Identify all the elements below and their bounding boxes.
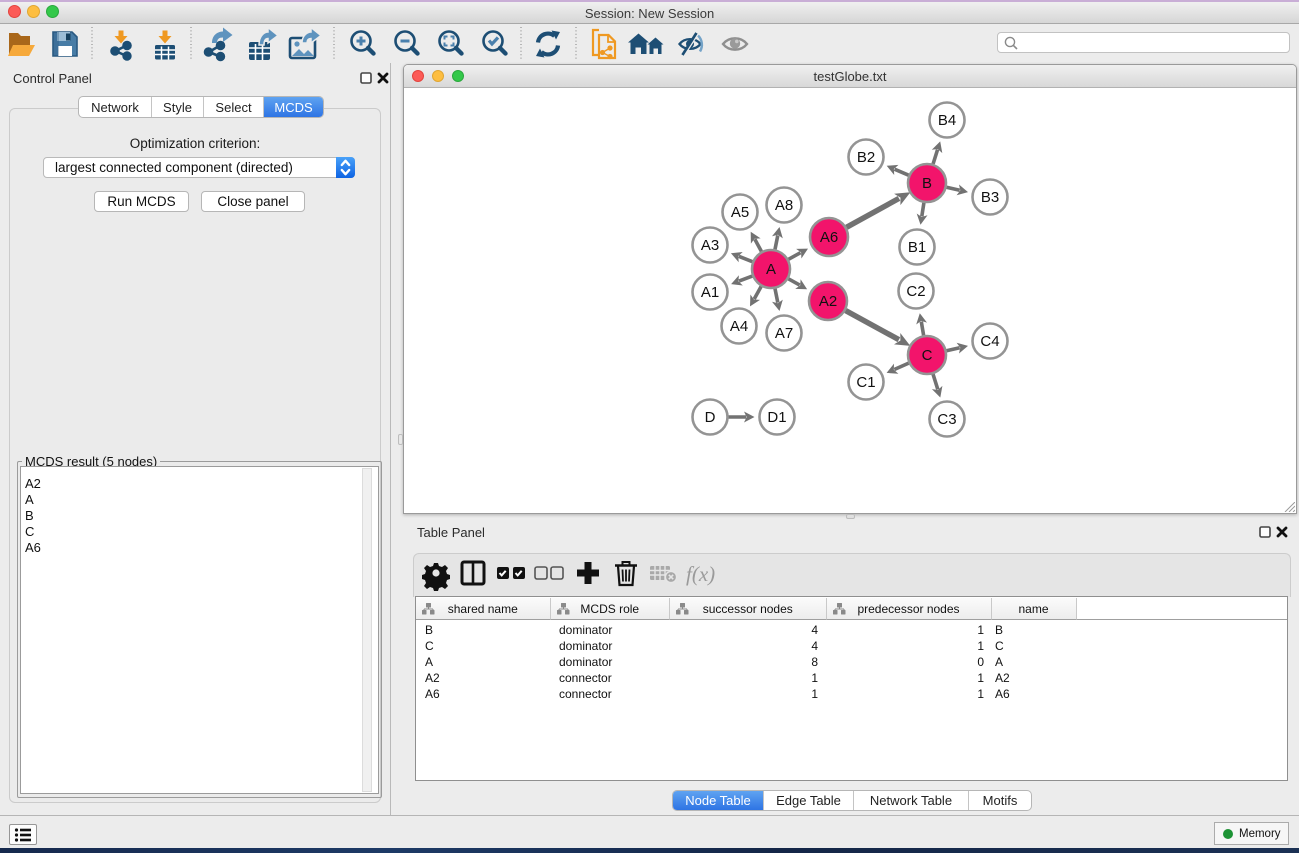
svg-text:B4: B4 xyxy=(938,112,956,129)
svg-text:D: D xyxy=(705,409,716,426)
svg-text:f(x): f(x) xyxy=(686,562,715,586)
svg-text:A4: A4 xyxy=(730,318,748,335)
svg-text:A8: A8 xyxy=(775,197,793,214)
svg-text:A5: A5 xyxy=(731,204,749,221)
svg-text:C1: C1 xyxy=(856,374,875,391)
svg-text:A3: A3 xyxy=(701,237,719,254)
svg-text:B2: B2 xyxy=(857,149,875,166)
svg-text:B3: B3 xyxy=(981,189,999,206)
svg-text:B1: B1 xyxy=(908,239,926,256)
svg-text:C2: C2 xyxy=(906,283,925,300)
svg-text:C: C xyxy=(922,347,933,364)
svg-text:C4: C4 xyxy=(980,333,999,350)
svg-text:A: A xyxy=(766,261,776,278)
svg-text:D1: D1 xyxy=(767,409,786,426)
svg-text:A7: A7 xyxy=(775,325,793,342)
svg-text:A1: A1 xyxy=(701,284,719,301)
svg-text:A6: A6 xyxy=(820,229,838,246)
svg-text:C3: C3 xyxy=(937,411,956,428)
svg-text:B: B xyxy=(922,175,932,192)
svg-text:A2: A2 xyxy=(819,293,837,310)
